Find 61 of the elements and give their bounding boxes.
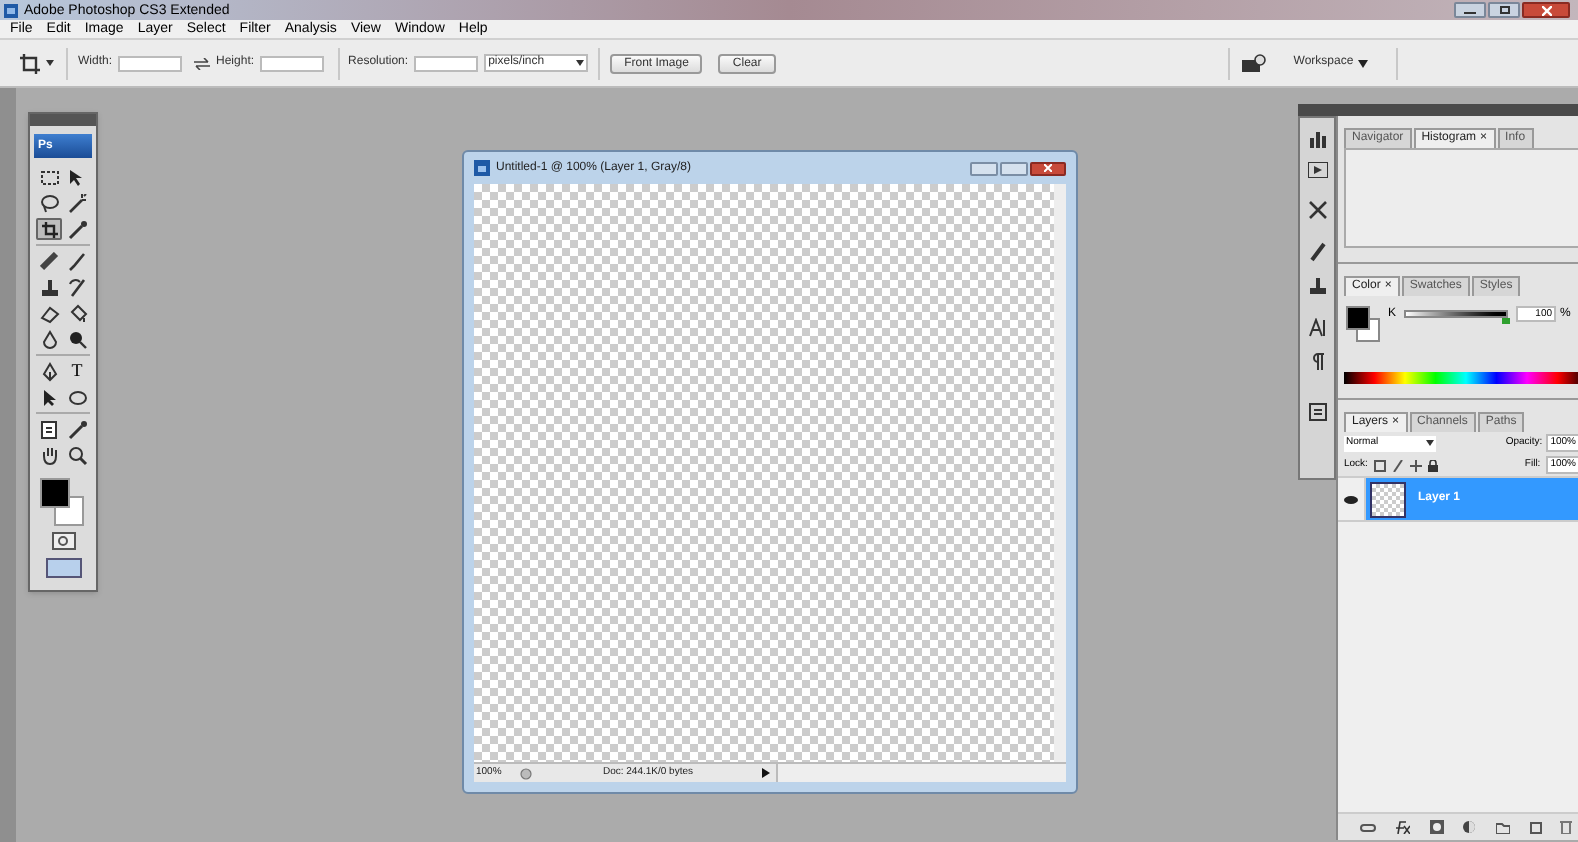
quick-mask-icon[interactable] (51, 532, 75, 550)
caret-icon (1426, 440, 1434, 446)
history-brush-icon[interactable] (64, 276, 90, 298)
height-field[interactable] (260, 55, 325, 71)
workspace-icon[interactable] (1241, 54, 1266, 72)
minimize-button[interactable] (1454, 2, 1486, 18)
toolbox-grip[interactable] (30, 114, 96, 126)
horizontal-scrollbar[interactable] (776, 764, 1066, 782)
play-icon[interactable] (762, 768, 772, 778)
eye-icon[interactable] (1344, 495, 1358, 503)
lasso-icon[interactable] (36, 192, 62, 214)
color-spectrum[interactable] (1344, 372, 1578, 384)
crop-icon[interactable] (20, 53, 40, 73)
ellipse-icon[interactable] (64, 386, 90, 408)
zoom-icon[interactable] (64, 444, 90, 466)
adjustment-icon[interactable] (1462, 820, 1477, 834)
close-button[interactable] (1522, 2, 1570, 18)
character-icon[interactable] (1307, 318, 1327, 338)
close-icon (1541, 5, 1551, 15)
notes-icon[interactable] (36, 418, 62, 440)
trash-icon[interactable] (1560, 820, 1573, 834)
type-tool[interactable]: T (64, 360, 90, 382)
marquee-icon[interactable] (36, 166, 62, 188)
maximize-button[interactable] (1488, 2, 1520, 18)
color-swatches-drawing[interactable] (40, 478, 84, 526)
caret-icon (576, 60, 585, 66)
swap-arrows-icon[interactable] (194, 57, 211, 69)
eraser-icon[interactable] (36, 302, 62, 324)
crop-icon[interactable] (36, 218, 62, 240)
stamp-icon[interactable] (1307, 276, 1327, 296)
width-field[interactable] (118, 55, 183, 71)
app-logo-icon (4, 3, 18, 17)
color-swatches-drawing[interactable] (1346, 306, 1380, 342)
document-icon (474, 160, 490, 176)
paragraph-icon[interactable] (1309, 352, 1325, 372)
close-icon (1044, 164, 1052, 172)
lock-icon[interactable] (1427, 459, 1438, 471)
mask-icon[interactable] (1429, 820, 1444, 834)
vertical-scrollbar[interactable] (1054, 184, 1066, 762)
dodge-icon[interactable] (64, 328, 90, 350)
play-icon[interactable] (1307, 162, 1327, 178)
screen-mode-icon[interactable] (45, 558, 81, 578)
caret-icon (1357, 59, 1368, 67)
scissors-icon[interactable] (1307, 200, 1327, 220)
magic-wand-icon[interactable] (64, 192, 90, 214)
status-icon[interactable] (520, 767, 532, 779)
effects-icon[interactable] (1394, 820, 1411, 834)
folder-icon[interactable] (1496, 821, 1511, 833)
new-layer-icon[interactable] (1529, 821, 1542, 833)
layer-thumbnail (1370, 481, 1406, 517)
link-icon[interactable] (1359, 823, 1376, 831)
histogram-icon[interactable] (1307, 130, 1327, 148)
channel-slider[interactable] (1404, 310, 1509, 318)
slider-thumb[interactable] (1502, 318, 1511, 324)
resolution-field[interactable] (414, 55, 479, 71)
lock-transparency-icon[interactable] (1373, 459, 1386, 471)
bandage-icon[interactable] (36, 250, 62, 272)
stamp-icon[interactable] (36, 276, 62, 298)
move-icon[interactable] (1409, 459, 1422, 471)
layer-comps-icon[interactable] (1307, 402, 1327, 422)
close-button[interactable] (1030, 161, 1066, 175)
